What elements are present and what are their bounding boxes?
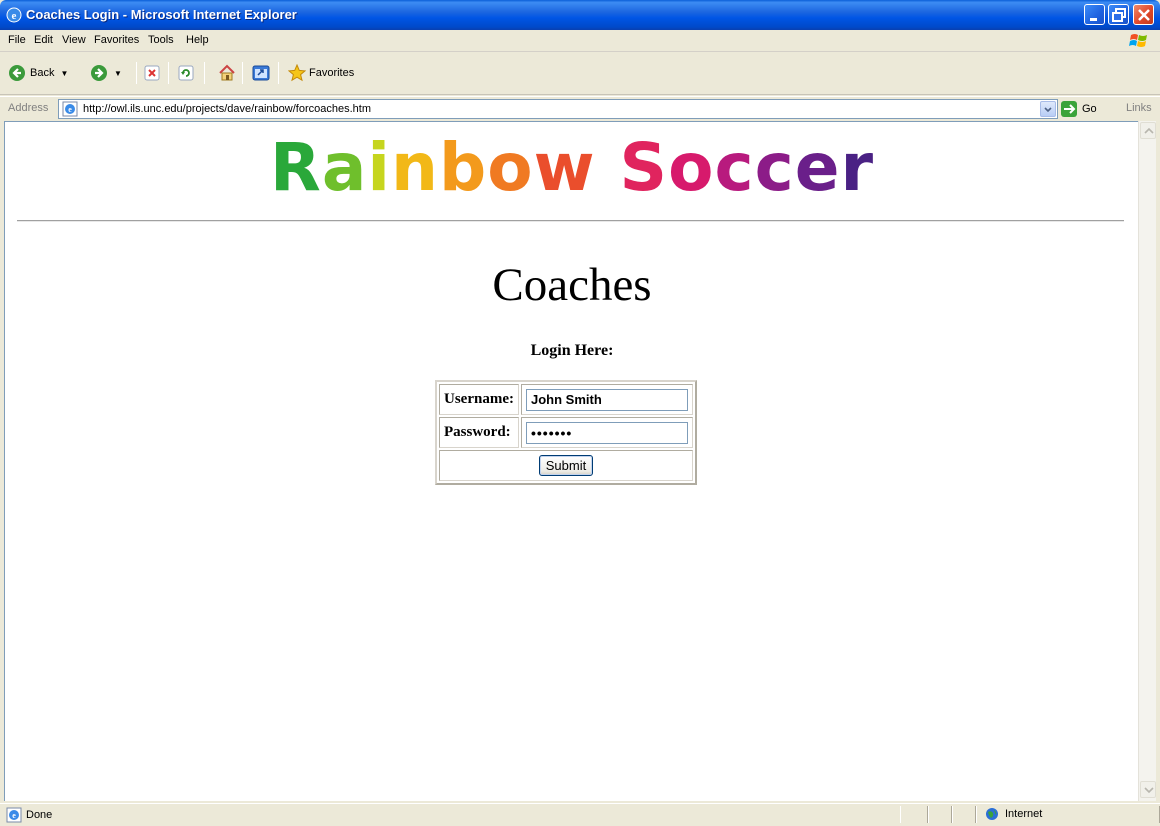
- logo-letter: o: [668, 129, 715, 206]
- logo-letter: S: [619, 129, 669, 206]
- password-row: Password: •••••••: [439, 417, 693, 448]
- window-title: Coaches Login - Microsoft Internet Explo…: [26, 7, 297, 22]
- page-heading: Coaches: [492, 259, 652, 311]
- restore-button[interactable]: [1108, 4, 1129, 25]
- logo-letter: e: [794, 129, 841, 206]
- toolbar: Back ▼ ▼ Favorites: [0, 53, 1160, 95]
- password-cell: •••••••: [520, 417, 693, 448]
- username-input[interactable]: John Smith: [525, 388, 688, 411]
- status-text: Done: [26, 809, 53, 821]
- toolbar-separator: [278, 62, 279, 84]
- menu-view[interactable]: View: [62, 34, 86, 46]
- star-icon: [288, 64, 306, 82]
- page-icon: e: [62, 101, 78, 117]
- logo-letter: a: [321, 129, 368, 206]
- horizontal-rule: [17, 220, 1124, 222]
- username-cell: John Smith: [520, 384, 693, 415]
- back-dropdown-icon[interactable]: ▼: [60, 69, 68, 78]
- status-pane: [928, 806, 952, 823]
- svg-text:e: e: [12, 10, 17, 22]
- back-button[interactable]: Back ▼: [8, 61, 68, 85]
- address-dropdown-icon[interactable]: [1040, 101, 1056, 117]
- page-content: Rainbow Soccer Coaches Login Here: Usern…: [4, 121, 1138, 801]
- vertical-scrollbar[interactable]: [1138, 121, 1156, 801]
- forward-button[interactable]: ▼: [90, 61, 122, 85]
- login-subheading: Login Here:: [530, 342, 614, 359]
- title-bar: e Coaches Login - Microsoft Internet Exp…: [0, 0, 1160, 30]
- refresh-button[interactable]: [178, 61, 194, 85]
- back-label: Back: [30, 67, 55, 79]
- logo-letter: o: [487, 129, 534, 206]
- submit-button[interactable]: Submit: [538, 455, 594, 476]
- window-icon: [252, 65, 270, 81]
- forward-arrow-icon: [91, 65, 107, 81]
- menu-favorites[interactable]: Favorites: [94, 34, 139, 46]
- logo-letter: c: [754, 129, 795, 206]
- menu-tools[interactable]: Tools: [148, 34, 174, 46]
- svg-text:e: e: [12, 811, 16, 820]
- logo-letter: c: [714, 129, 755, 206]
- username-row: Username: John Smith: [439, 384, 693, 415]
- svg-text:e: e: [68, 105, 72, 114]
- globe-icon: [986, 808, 998, 820]
- menu-edit[interactable]: Edit: [34, 34, 53, 46]
- refresh-icon: [178, 65, 194, 81]
- rainbow-soccer-logo: Rainbow Soccer: [5, 128, 1138, 208]
- logo-letter: n: [390, 129, 439, 206]
- ie-icon: e: [6, 7, 22, 23]
- stop-button[interactable]: [144, 61, 160, 85]
- favorites-label: Favorites: [309, 67, 355, 79]
- toolbar-separator: [136, 62, 137, 84]
- links-button[interactable]: Links: [1126, 102, 1152, 114]
- menu-file[interactable]: File: [8, 34, 26, 46]
- home-button[interactable]: [218, 61, 236, 85]
- address-url: http://owl.ils.unc.edu/projects/dave/rai…: [83, 103, 371, 115]
- address-bar: Address e http://owl.ils.unc.edu/project…: [0, 96, 1160, 120]
- logo-letter: R: [269, 129, 322, 206]
- go-label: Go: [1082, 103, 1097, 115]
- logo-letter: [596, 129, 620, 206]
- home-icon: [219, 64, 235, 81]
- address-input[interactable]: e http://owl.ils.unc.edu/projects/dave/r…: [58, 99, 1058, 119]
- close-button[interactable]: [1133, 4, 1154, 25]
- zone-label: Internet: [1005, 808, 1043, 820]
- go-arrow-icon: [1061, 101, 1077, 117]
- logo-letter: i: [367, 129, 391, 206]
- favorites-button[interactable]: Favorites: [288, 61, 354, 85]
- media-button[interactable]: [252, 61, 270, 85]
- login-form-table: Username: John Smith Password: ••••••• S…: [435, 380, 697, 485]
- submit-cell: Submit: [439, 450, 693, 481]
- security-zone: Internet: [985, 807, 1042, 821]
- page-done-icon: e: [6, 807, 22, 823]
- status-bar: e Done Internet: [0, 803, 1160, 824]
- address-label: Address: [8, 102, 49, 114]
- submit-row: Submit: [439, 450, 693, 481]
- forward-dropdown-icon[interactable]: ▼: [114, 69, 122, 78]
- logo-letter: r: [840, 129, 875, 206]
- minimize-button[interactable]: [1084, 4, 1105, 25]
- username-label: Username:: [439, 384, 519, 415]
- toolbar-separator: [204, 62, 205, 84]
- go-button[interactable]: Go: [1060, 100, 1097, 118]
- toolbar-separator: [242, 62, 243, 84]
- scroll-down-button[interactable]: [1140, 781, 1156, 798]
- toolbar-separator: [168, 62, 169, 84]
- password-label: Password:: [439, 417, 519, 448]
- back-arrow-icon: [9, 65, 25, 81]
- windows-flag-icon: [1128, 32, 1150, 50]
- stop-icon: [144, 65, 160, 81]
- logo-letter: b: [438, 129, 488, 206]
- status-pane: [952, 806, 976, 823]
- logo-letter: w: [533, 129, 596, 206]
- menu-bar: File Edit View Favorites Tools Help: [0, 30, 1160, 52]
- ie-window: e Coaches Login - Microsoft Internet Exp…: [0, 0, 1160, 824]
- menu-help[interactable]: Help: [186, 34, 209, 46]
- password-input[interactable]: •••••••: [525, 421, 688, 444]
- status-pane: [900, 806, 928, 823]
- scroll-up-button[interactable]: [1140, 122, 1156, 139]
